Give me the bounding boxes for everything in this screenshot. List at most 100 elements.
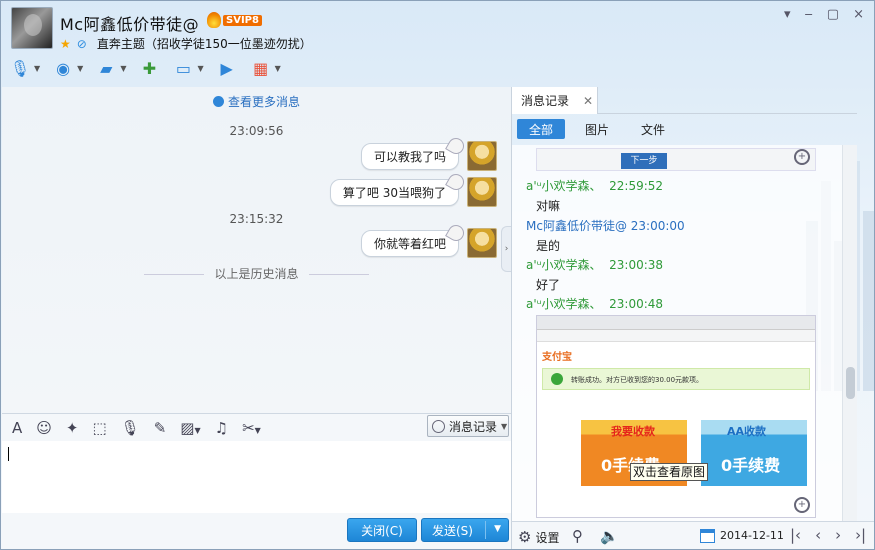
collapse-panel-toggle[interactable]: › <box>501 226 511 272</box>
text-caret <box>8 447 9 461</box>
history-sender: Mc阿鑫低价带徒@ 23:00:00 <box>526 219 685 233</box>
promo-card-b: AA收款 0手续费 <box>701 420 807 486</box>
history-panel: 消息记录 ✕ 全部 图片 文件 下一步 + a'ᵘ小欢学森、 22:59:52 … <box>511 87 857 521</box>
svip-badge[interactable]: SVIP8 <box>207 12 262 28</box>
last-page-icon[interactable]: ›| <box>855 526 866 544</box>
contact-nickname[interactable]: Mc阿鑫低价带徒@ <box>60 11 199 35</box>
history-list[interactable]: 下一步 + a'ᵘ小欢学森、 22:59:52 对嘛 Mc阿鑫低价带徒@ 23:… <box>512 145 842 521</box>
history-message: 好了 <box>536 278 561 292</box>
message-bubble[interactable]: 可以教我了吗 <box>360 143 459 170</box>
message-bubble[interactable]: 你就等着红吧 <box>360 230 459 257</box>
tab-message-record[interactable]: 消息记录 ✕ <box>512 87 598 114</box>
main-toolbar: 🎙 ▼ ◉ ▼ ▰ ▼ ✚ ▭ ▼ ▶ ▦ ▼ <box>9 57 281 79</box>
view-more-messages-link[interactable]: 查看更多消息 <box>2 93 511 110</box>
svip-label: SVIP8 <box>223 14 262 26</box>
scissors-icon[interactable]: ✂▼ <box>242 419 261 437</box>
doodle-icon[interactable]: ✎ <box>154 419 167 437</box>
screenshot-thumbnail[interactable]: 下一步 <box>536 148 816 171</box>
menu-icon[interactable]: ▾ <box>784 7 791 22</box>
remote-desktop-button[interactable]: ▭ ▼ <box>172 57 204 79</box>
music-icon[interactable]: ♫ <box>215 419 228 437</box>
chevron-down-icon: ▼ <box>501 421 508 431</box>
tab-label: 消息记录 <box>521 94 570 108</box>
scrollbar-thumb[interactable] <box>846 367 855 399</box>
history-filters: 全部 图片 文件 <box>512 115 857 143</box>
font-icon[interactable]: A <box>12 419 22 437</box>
camera-icon: ◉ <box>56 58 71 78</box>
speaker-icon[interactable]: 🔈 <box>600 527 619 545</box>
chat-history[interactable]: 查看更多消息 23:09:56 可以教我了吗 算了吧 30当喂狗了 23:15:… <box>2 87 511 413</box>
message-record-button[interactable]: 消息记录 ▼ <box>427 415 509 437</box>
file-transfer-button[interactable]: ▰ ▼ <box>95 57 126 79</box>
filter-files[interactable]: 文件 <box>629 119 677 139</box>
gear-icon: ⚙ <box>518 528 532 546</box>
history-bottom-bar: ⚙ 设置 ⚲ 🔈 2014-12-11 |‹ ‹ › ›| <box>511 521 874 549</box>
zoom-icon[interactable]: + <box>794 497 810 513</box>
success-banner: 转账成功。对方已收到您的30.00元款项。 <box>542 368 810 390</box>
image-icon[interactable]: ▨▼ <box>180 419 200 437</box>
message-timestamp: 23:15:32 <box>229 212 284 226</box>
star-icon[interactable]: ★ <box>60 37 71 51</box>
close-button[interactable]: 关闭(C) <box>347 518 417 542</box>
video-call-button[interactable]: ◉ ▼ <box>52 57 83 79</box>
microphone-icon: 🎙 <box>9 58 31 78</box>
contact-avatar[interactable] <box>11 7 53 49</box>
date-label[interactable]: 2014-12-11 <box>720 529 784 542</box>
chevron-down-icon: ▼ <box>274 63 281 73</box>
share-screen-icon: ▶ <box>220 58 233 78</box>
discussion-button[interactable]: ✚ <box>138 57 160 79</box>
history-divider-label: 以上是历史消息 <box>214 267 299 281</box>
next-page-icon[interactable]: › <box>835 526 841 544</box>
alipay-screenshot-image[interactable]: 支付宝 转账成功。对方已收到您的30.00元款项。 我要收款 0手续费 AA收款… <box>536 315 816 518</box>
tooltip: 双击查看原图 <box>630 463 708 481</box>
history-divider: 以上是历史消息 <box>2 265 511 282</box>
calendar-icon[interactable] <box>700 529 715 543</box>
message-bubble[interactable]: 算了吧 30当喂狗了 <box>329 179 459 206</box>
qzone-icon[interactable]: ⊘ <box>77 37 87 51</box>
contact-subline: ★ ⊘ 直奔主题（招收学徒150一位墨迹勿扰） <box>60 35 312 52</box>
send-options-chevron-icon[interactable]: ▼ <box>494 524 501 534</box>
filter-all[interactable]: 全部 <box>517 119 566 139</box>
zoom-icon[interactable]: + <box>794 149 810 165</box>
history-message: 对嘛 <box>536 199 561 213</box>
screen-share-button[interactable]: ▶ <box>216 57 238 79</box>
close-tab-icon[interactable]: ✕ <box>583 94 593 108</box>
chevron-right-icon: › <box>504 244 509 254</box>
voice-call-button[interactable]: 🎙 ▼ <box>9 57 40 79</box>
chat-window: Mc阿鑫低价带徒@ SVIP8 ★ ⊘ 直奔主题（招收学徒150一位墨迹勿扰） … <box>0 0 875 550</box>
history-message: 是的 <box>536 239 561 253</box>
close-icon[interactable]: × <box>853 7 864 22</box>
my-avatar[interactable] <box>467 177 497 207</box>
snapshot-next-label: 下一步 <box>621 153 667 169</box>
screenshot-icon[interactable]: ⬚ <box>92 419 106 437</box>
message-timestamp: 23:09:56 <box>229 124 284 138</box>
first-page-icon[interactable]: |‹ <box>790 526 801 544</box>
chevron-down-icon: ▼ <box>120 63 127 73</box>
history-scrollbar[interactable] <box>842 145 857 521</box>
my-avatar[interactable] <box>467 141 497 171</box>
message-input[interactable] <box>2 441 511 513</box>
contact-signature: 直奔主题（招收学徒150一位墨迹勿扰） <box>96 37 312 51</box>
apps-button[interactable]: ▦ ▼ <box>250 57 281 79</box>
emoji-icon[interactable]: ☺ <box>36 419 52 437</box>
send-label: 发送(S) <box>432 523 473 538</box>
chevron-down-icon: ▼ <box>197 63 204 73</box>
history-pagination: |‹ ‹ › ›| <box>790 526 866 544</box>
settings-button[interactable]: ⚙ 设置 <box>518 528 559 546</box>
search-icon[interactable]: ⚲ <box>572 527 583 545</box>
maximize-icon[interactable]: ▢ <box>827 7 839 22</box>
add-discussion-icon: ✚ <box>142 58 157 78</box>
send-button[interactable]: 发送(S) ▼ <box>421 518 509 542</box>
apps-grid-icon: ▦ <box>253 58 269 78</box>
voice-msg-icon[interactable]: 🎙 <box>121 419 140 437</box>
prev-page-icon[interactable]: ‹ <box>815 526 821 544</box>
browser-address-bar <box>537 330 815 342</box>
filter-images[interactable]: 图片 <box>573 119 621 139</box>
my-avatar[interactable] <box>467 228 497 258</box>
alipay-logo: 支付宝 <box>542 352 572 363</box>
minimize-icon[interactable]: ‒ <box>805 7 813 22</box>
history-sender: a'ᵘ小欢学森、 22:59:52 <box>526 179 664 193</box>
magic-icon[interactable]: ✦ <box>66 419 79 437</box>
history-sender: a'ᵘ小欢学森、 23:00:38 <box>526 258 664 272</box>
clock-icon <box>432 419 445 433</box>
